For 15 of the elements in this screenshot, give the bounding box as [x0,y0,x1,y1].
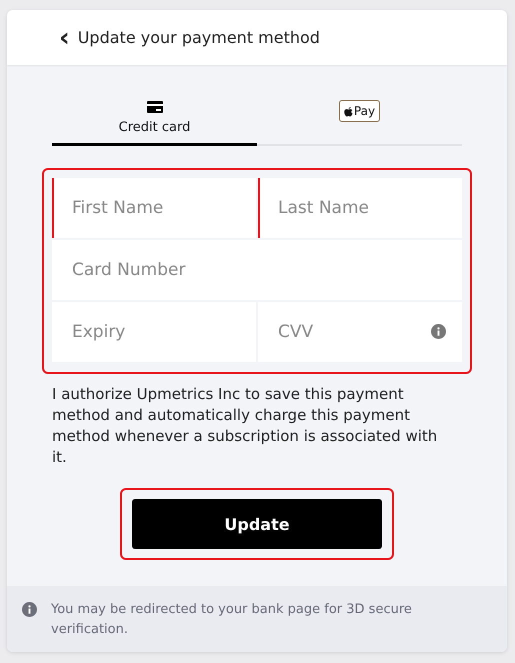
info-icon [22,602,37,617]
input-field[interactable]: Last Name [258,178,462,238]
input-field[interactable]: Card Number [52,240,462,300]
input-field[interactable]: CVV [258,302,462,362]
payment-tab[interactable]: Pay [257,93,462,146]
dialog-title: Update your payment method [78,28,320,47]
consent-text: I authorize Upmetrics Inc to save this payment method and automatically charge this payment method whenever a subscription is associated with it. [52,384,438,468]
back-button[interactable]: ‹ [57,24,72,50]
credit-card-icon [146,101,162,113]
payment-tab[interactable]: Credit card [52,93,257,146]
input-field[interactable]: First Name [52,178,256,238]
input-field[interactable]: Expiry [52,302,256,362]
notice-text: You may be redirected to your bank page for 3D secure verification. [51,601,413,639]
apple-icon [344,106,353,116]
update-button[interactable]: Update [132,499,382,549]
